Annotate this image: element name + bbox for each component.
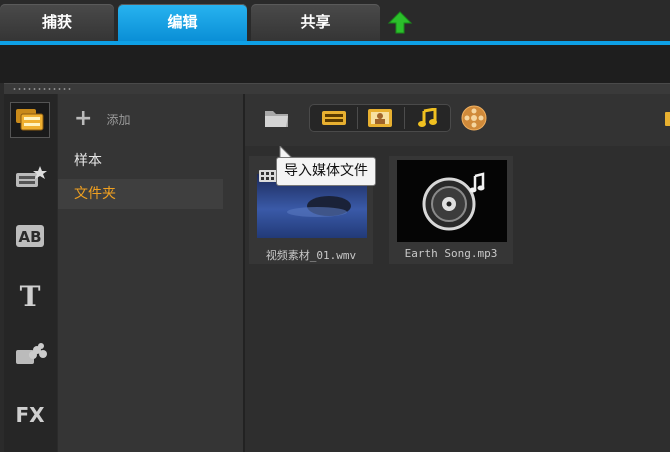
svg-text:AB: AB xyxy=(18,228,41,246)
overflow-filter-icon[interactable] xyxy=(661,104,670,132)
text-icon[interactable]: T xyxy=(10,278,50,314)
folder-icon[interactable] xyxy=(261,104,293,132)
media-library: 视频素材_01.wmv Earth Song.mp3 xyxy=(245,94,670,452)
media-item-name: 视频素材_01.wmv xyxy=(265,249,357,262)
svg-text:T: T xyxy=(20,281,41,311)
media-filter-group xyxy=(309,104,451,132)
add-label: 添加 xyxy=(106,112,131,127)
reel-icon[interactable] xyxy=(457,104,491,132)
title-icon[interactable]: AB xyxy=(10,218,50,254)
grip-dots[interactable] xyxy=(12,87,72,91)
media-toolbar xyxy=(245,94,670,146)
transition-icon[interactable] xyxy=(10,160,50,196)
category-folder[interactable]: 文件夹 xyxy=(58,179,223,209)
svg-text:FX: FX xyxy=(15,403,45,427)
image-filter-icon[interactable] xyxy=(362,105,398,131)
video-filter-icon[interactable] xyxy=(316,105,352,131)
media-item-name: Earth Song.mp3 xyxy=(404,247,498,260)
library-rail: AB T FX xyxy=(4,94,57,452)
fx-icon[interactable]: FX xyxy=(10,396,50,432)
upload-arrow-icon[interactable] xyxy=(386,10,414,36)
media-library-icon[interactable] xyxy=(10,102,50,138)
add-folder-button[interactable]: + 添加 xyxy=(74,108,130,130)
audio-thumbnail xyxy=(397,160,507,242)
audio-filter-icon[interactable] xyxy=(410,105,446,131)
toolbar-band xyxy=(0,45,670,83)
tab-share[interactable]: 共享 xyxy=(251,4,380,41)
category-panel: + 添加 样本 文件夹 xyxy=(58,94,243,452)
main-tab-bar: 捕获 编辑 共享 xyxy=(0,0,670,42)
tab-edit[interactable]: 编辑 xyxy=(118,4,247,41)
filter-separator xyxy=(357,107,358,129)
plus-icon: + xyxy=(74,106,93,131)
filter-separator xyxy=(404,107,405,129)
tab-capture[interactable]: 捕获 xyxy=(0,4,114,41)
panel-grip-bar[interactable] xyxy=(4,83,670,94)
category-samples[interactable]: 样本 xyxy=(58,146,223,176)
import-media-tooltip: 导入媒体文件 xyxy=(276,157,376,186)
graphics-icon[interactable] xyxy=(10,336,50,372)
media-item-audio[interactable]: Earth Song.mp3 xyxy=(389,156,513,264)
